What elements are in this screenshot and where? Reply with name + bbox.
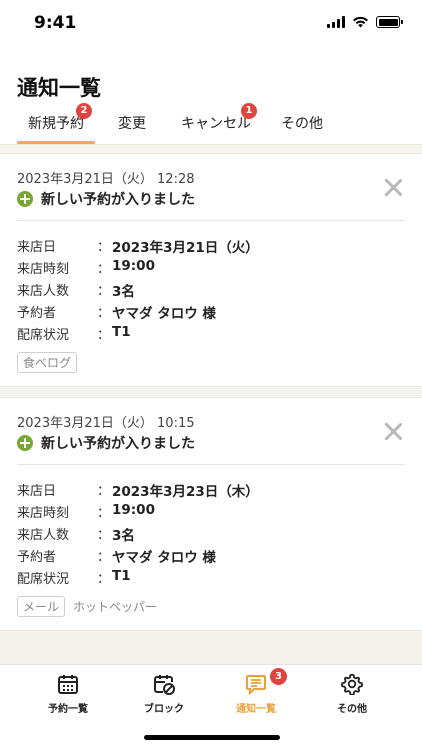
battery-icon: [376, 16, 403, 28]
plus-circle-icon: [17, 435, 33, 451]
detail-colon: ：: [97, 572, 111, 587]
source-tags: メール ホットペッパー: [17, 596, 157, 617]
detail-value: ヤマダ タロウ 様: [112, 306, 216, 322]
detail-colon: ：: [97, 262, 111, 277]
nav-label: 通知一覧: [236, 704, 276, 715]
notification-count-badge: 3: [270, 668, 287, 685]
detail-value: 3名: [112, 528, 135, 544]
nav-label: その他: [337, 704, 367, 715]
notification-headline: 新しい予約が入りました: [17, 189, 195, 209]
page-title: 通知一覧: [17, 76, 101, 100]
source-tag: 食べログ: [17, 352, 78, 373]
nav-label: ブロック: [144, 704, 184, 715]
source-extra: ホットペッパー: [73, 600, 158, 614]
tab-label: 変更: [118, 116, 146, 132]
headline-text: 新しい予約が入りました: [41, 192, 195, 208]
tab-badge: 2: [76, 103, 92, 119]
detail-label: 配席状況: [17, 572, 70, 587]
detail-colon: ：: [97, 328, 111, 343]
tab-bar: 新規予約 2 変更 キャンセル 1 その他: [0, 103, 422, 146]
nav-block[interactable]: ブロック: [124, 673, 204, 715]
detail-label: 予約者: [17, 550, 57, 565]
tab-label: その他: [281, 116, 323, 132]
detail-value: 3名: [112, 284, 135, 300]
headline-text: 新しい予約が入りました: [41, 436, 195, 452]
status-bar: 9:41: [0, 0, 422, 46]
detail-value: 19:00: [112, 502, 155, 518]
nav-reservations[interactable]: 予約一覧: [28, 673, 108, 715]
notification-card[interactable]: 2023年3月21日（火） 10:15 新しい予約が入りました 来店日 ： 20…: [0, 397, 422, 631]
detail-label: 来店日: [17, 240, 57, 255]
notification-card[interactable]: 2023年3月21日（火） 12:28 新しい予約が入りました 来店日 ： 20…: [0, 153, 422, 387]
notification-datetime: 2023年3月21日（火） 12:28: [17, 172, 195, 187]
home-indicator: [144, 735, 280, 740]
tab-other[interactable]: その他: [281, 113, 323, 133]
notification-list[interactable]: 2023年3月21日（火） 12:28 新しい予約が入りました 来店日 ： 20…: [0, 144, 422, 666]
detail-label: 来店日: [17, 484, 57, 499]
detail-value: 2023年3月23日（木）: [112, 484, 259, 500]
detail-colon: ：: [97, 240, 111, 255]
detail-label: 来店時刻: [17, 506, 70, 521]
wifi-icon: [353, 16, 368, 28]
gear-icon: [341, 673, 363, 695]
tab-label: キャンセル: [181, 116, 251, 132]
close-icon[interactable]: [384, 178, 402, 196]
cellular-signal-icon: [327, 16, 345, 28]
tab-change[interactable]: 変更: [118, 113, 146, 133]
calendar-block-icon: [154, 675, 175, 695]
close-icon[interactable]: [384, 422, 402, 440]
detail-colon: ：: [97, 306, 111, 321]
notification-datetime: 2023年3月21日（火） 10:15: [17, 416, 195, 431]
source-tags: 食べログ: [17, 352, 78, 373]
status-icons: [327, 16, 403, 28]
detail-colon: ：: [97, 550, 111, 565]
notification-headline: 新しい予約が入りました: [17, 433, 195, 453]
detail-value: T1: [112, 324, 131, 340]
divider: [17, 220, 405, 221]
nav-notifications[interactable]: 3 通知一覧: [216, 668, 296, 715]
detail-colon: ：: [97, 506, 111, 521]
detail-label: 来店時刻: [17, 262, 70, 277]
detail-value: 2023年3月21日（火）: [112, 240, 259, 256]
nav-other[interactable]: その他: [312, 673, 392, 715]
source-tag: メール: [17, 596, 66, 617]
detail-colon: ：: [97, 528, 111, 543]
status-time: 9:41: [34, 13, 77, 33]
tab-badge: 1: [241, 103, 257, 119]
plus-circle-icon: [17, 191, 33, 207]
chat-icon: [246, 675, 266, 695]
detail-value: 19:00: [112, 258, 155, 274]
tab-cancel[interactable]: キャンセル 1: [181, 103, 257, 133]
detail-label: 予約者: [17, 306, 57, 321]
tab-label: 新規予約: [28, 116, 84, 132]
detail-value: T1: [112, 568, 131, 584]
detail-label: 配席状況: [17, 328, 70, 343]
detail-colon: ：: [97, 484, 111, 499]
detail-colon: ：: [97, 284, 111, 299]
nav-label: 予約一覧: [48, 704, 88, 715]
divider: [17, 464, 405, 465]
calendar-icon: [58, 675, 78, 694]
detail-label: 来店人数: [17, 528, 70, 543]
detail-value: ヤマダ タロウ 様: [112, 550, 216, 566]
tab-new-reservation[interactable]: 新規予約 2: [28, 103, 92, 133]
detail-label: 来店人数: [17, 284, 70, 299]
